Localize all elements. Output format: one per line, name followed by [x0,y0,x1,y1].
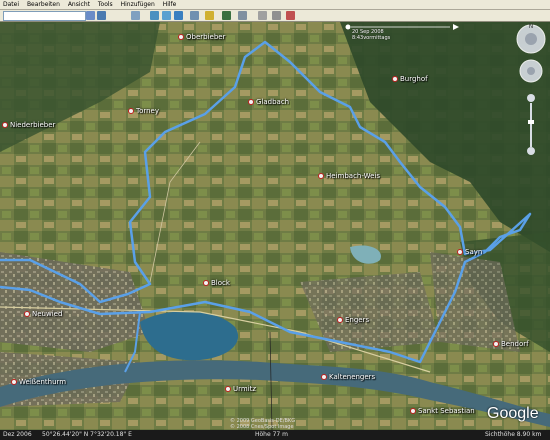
menu-hinzufuegen[interactable]: Hinzufügen [118,0,158,9]
zoom-handle [528,120,534,124]
toolbar [0,10,550,22]
play-icon [453,24,459,30]
elevation: Höhe 77 m [255,431,288,438]
search-input[interactable] [3,11,86,21]
copyright: © 2009 GeoBasis-DE/BKG © 2008 Cnes/Spot … [230,418,296,430]
place-label[interactable]: Niederbieber [2,121,55,129]
eye-altitude: Sichthöhe 8.90 km [485,431,542,438]
place-label[interactable]: Torney [128,107,159,115]
google-earth-window: Datei Bearbeiten Ansicht Tools Hinzufüge… [0,0,550,440]
overlay-icon[interactable] [162,11,171,20]
historical-imagery-icon[interactable] [190,11,199,20]
satellite-map[interactable] [0,22,550,430]
sun-icon[interactable] [205,11,214,20]
time-slider-date: 20 Sep 2008 8:43vormittags [352,29,391,41]
imagery-date: Dez 2006 [3,431,32,438]
menu-tools[interactable]: Tools [95,0,116,9]
email-icon[interactable] [258,11,267,20]
maps-icon[interactable] [286,11,295,20]
place-label[interactable]: Bendorf [493,340,529,348]
menu-ansicht[interactable]: Ansicht [65,0,93,9]
zoom-in-icon [527,94,535,102]
time-slider-handle [345,24,351,30]
path-icon[interactable] [150,11,159,20]
hide-sidebar-icon[interactable] [86,11,95,20]
place-label[interactable]: Gladbach [248,98,289,106]
ruler-icon[interactable] [238,11,247,20]
menu-datei[interactable]: Datei [0,0,22,9]
place-label[interactable]: Heimbach-Weis [318,172,380,180]
place-label[interactable]: Sankt Sebastian [410,407,475,415]
status-bar: Dez 2006 50°26.44'20" N 7°32'20.18" E Hö… [0,430,550,440]
menu-hilfe[interactable]: Hilfe [160,0,180,9]
placemark-icon[interactable] [97,11,106,20]
google-logo: Google [487,405,539,422]
menu-bearbeiten[interactable]: Bearbeiten [24,0,63,9]
place-label[interactable]: Engers [337,316,369,324]
place-label[interactable]: Oberbieber [178,33,225,41]
place-label[interactable]: Sayn [457,248,482,256]
place-label[interactable]: Weißenthurm [11,378,66,386]
place-label[interactable]: Neuwied [24,310,62,318]
navigation-controls[interactable]: N [512,22,550,162]
switch-to-sky-icon[interactable] [222,11,231,20]
record-tour-icon[interactable] [174,11,183,20]
print-icon[interactable] [272,11,281,20]
polygon-icon[interactable] [131,11,140,20]
look-center [525,33,537,45]
place-label[interactable]: Block [203,279,230,287]
place-label[interactable]: Kaltenengers [321,373,375,381]
place-label[interactable]: Urmitz [225,385,256,393]
coordinates: 50°26.44'20" N 7°32'20.18" E [42,431,132,438]
menu-bar: Datei Bearbeiten Ansicht Tools Hinzufüge… [0,0,550,10]
place-label[interactable]: Burghof [392,75,428,83]
zoom-out-icon [527,147,535,155]
north-icon: N [529,23,534,30]
